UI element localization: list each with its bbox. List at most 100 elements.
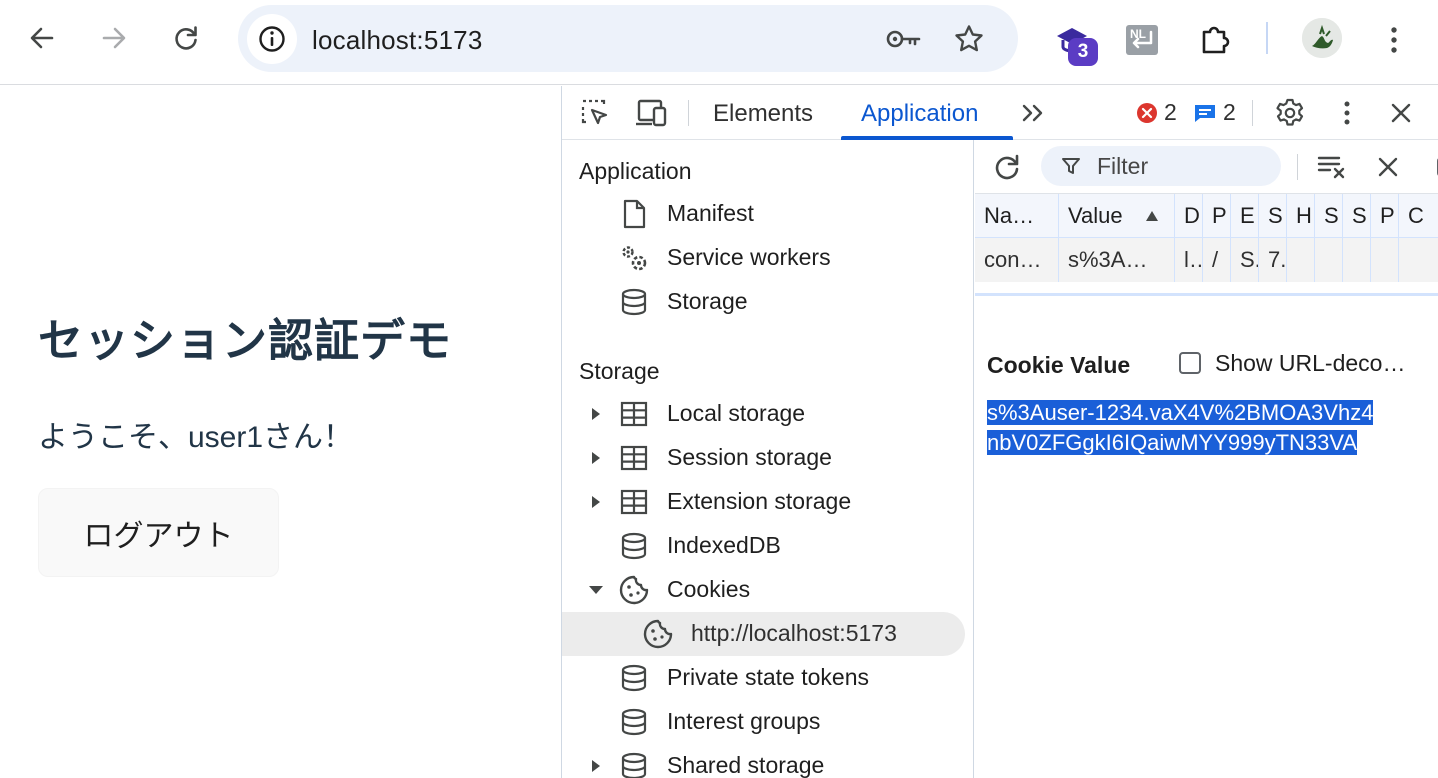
sidebar-item-cookies[interactable]: Cookies	[562, 568, 974, 612]
show-url-decoded-checkbox[interactable]	[1179, 352, 1201, 374]
logout-button[interactable]: ログアウト	[38, 488, 279, 577]
sidebar-item-manifest[interactable]: Manifest	[562, 192, 974, 236]
clear-list-icon	[1317, 156, 1345, 179]
browser-menu-button[interactable]	[1372, 18, 1416, 62]
only-show-issues-checkbox[interactable]	[1421, 148, 1438, 186]
cell-expires: S.	[1231, 238, 1259, 282]
cookies-pane: Filter Na… Value D P E S H S S P C con… …	[975, 140, 1438, 778]
devtools-menu-button[interactable]	[1328, 94, 1366, 132]
sidebar-item-service-workers[interactable]: Service workers	[562, 236, 974, 280]
database-icon	[618, 750, 650, 778]
sidebar-section-application: Application	[579, 158, 692, 184]
sidebar-item-label: Manifest	[667, 200, 754, 226]
column-header-size[interactable]: S	[1259, 194, 1287, 238]
settings-button[interactable]	[1271, 94, 1309, 132]
database-icon	[618, 706, 650, 738]
cookie-filter-input[interactable]: Filter	[1041, 146, 1281, 186]
back-button[interactable]	[22, 18, 62, 58]
expand-arrow-icon[interactable]	[588, 493, 604, 511]
column-header-cross-site[interactable]: C	[1399, 194, 1438, 238]
column-header-partition[interactable]: P	[1371, 194, 1399, 238]
cell-httponly	[1287, 238, 1315, 282]
sidebar-item-indexeddb[interactable]: IndexedDB	[562, 524, 974, 568]
reload-icon	[995, 154, 1019, 180]
column-header-expires[interactable]: E	[1231, 194, 1259, 238]
more-tabs-button[interactable]	[1014, 94, 1052, 132]
expand-arrow-icon[interactable]	[588, 757, 604, 775]
sidebar-item-extension-storage[interactable]: Extension storage	[562, 480, 974, 524]
cell-partition	[1371, 238, 1399, 282]
tabbar-separator	[688, 100, 689, 126]
filter-icon	[1062, 158, 1080, 174]
sidebar-item-local-storage[interactable]: Local storage	[562, 392, 974, 436]
devtools-tab-elements[interactable]: Elements	[713, 100, 813, 128]
cell-secure	[1315, 238, 1343, 282]
extension-badge: 3	[1068, 38, 1098, 66]
expand-arrow-icon[interactable]	[588, 405, 604, 423]
toolbar-separator	[1297, 154, 1298, 180]
cell-domain: l…	[1175, 238, 1203, 282]
message-icon	[1195, 104, 1215, 122]
cookie-row[interactable]: con… s%3A… l… / S. 7.	[975, 238, 1438, 282]
column-header-value[interactable]: Value	[1059, 194, 1175, 238]
select-element-icon	[581, 99, 608, 125]
sidebar-item-label: Service workers	[667, 244, 831, 270]
cookies-toolbar: Filter	[975, 140, 1438, 194]
profile-avatar[interactable]	[1302, 18, 1342, 58]
bookmark-button[interactable]	[951, 21, 987, 57]
column-header-secure[interactable]: S	[1315, 194, 1343, 238]
cookie-value-line: nbV0ZFGgkI6IQaiwMYY999yTN33VA	[987, 430, 1358, 455]
column-header-samesite[interactable]: S	[1343, 194, 1371, 238]
sidebar-item-interest-groups[interactable]: Interest groups	[562, 700, 974, 744]
sidebar-item-shared-storage[interactable]: Shared storage	[562, 744, 974, 778]
column-header-path[interactable]: P	[1203, 194, 1231, 238]
clear-all-cookies-button[interactable]	[1313, 148, 1351, 186]
message-count-button[interactable]: 2	[1193, 99, 1236, 126]
sidebar-item-label: Extension storage	[667, 488, 852, 514]
site-info-button[interactable]	[247, 14, 297, 64]
devtools-tab-application[interactable]: Application	[861, 100, 978, 128]
cell-size: 7.	[1259, 238, 1287, 282]
device-toolbar-button[interactable]	[632, 94, 670, 132]
sidebar-item-private-state-tokens[interactable]: Private state tokens	[562, 656, 974, 700]
gears-icon	[618, 242, 650, 274]
back-arrow-icon	[30, 27, 54, 49]
delete-cookie-button[interactable]	[1369, 148, 1407, 186]
sidebar-item-label: Cookies	[667, 576, 751, 602]
sidebar-item-storage[interactable]: Storage	[562, 280, 974, 324]
puzzle-icon	[1202, 26, 1230, 54]
devtools-panel: Elements Application 2 2 Application Man…	[561, 86, 1438, 778]
refresh-cookies-button[interactable]	[988, 148, 1026, 186]
close-devtools-button[interactable]	[1382, 94, 1420, 132]
forward-button[interactable]	[94, 18, 134, 58]
cookie-value-text[interactable]: s%3Auser-1234.vaX4V%2BMOA3Vhz4 nbV0ZFGgk…	[987, 398, 1432, 458]
sidebar-item-cookie-origin[interactable]: http://localhost:5173	[562, 612, 965, 656]
column-header-httponly[interactable]: H	[1287, 194, 1315, 238]
gear-icon	[1276, 98, 1304, 126]
reload-button[interactable]	[166, 18, 206, 58]
column-header-name[interactable]: Na…	[975, 194, 1059, 238]
show-url-decoded-label[interactable]: Show URL-deco…	[1215, 350, 1405, 377]
key-icon	[886, 30, 921, 48]
column-header-domain[interactable]: D	[1175, 194, 1203, 238]
extensions-button[interactable]	[1193, 18, 1237, 62]
inspect-element-button[interactable]	[576, 94, 614, 132]
sidebar-item-label: Shared storage	[667, 752, 825, 778]
url-text[interactable]: localhost:5173	[312, 25, 482, 56]
welcome-message: ようこそ、user1さん！	[38, 421, 354, 454]
extension-nl-button[interactable]: NL	[1120, 18, 1164, 62]
sidebar-item-label: http://localhost:5173	[691, 620, 897, 646]
address-bar[interactable]: localhost:5173	[238, 5, 1018, 72]
collapse-arrow-icon[interactable]	[588, 581, 604, 599]
cell-value: s%3A…	[1059, 238, 1175, 282]
expand-arrow-icon[interactable]	[588, 449, 604, 467]
page-title: セッション認証デモ	[38, 315, 453, 366]
cookie-value-line: s%3Auser-1234.vaX4V%2BMOA3Vhz4	[987, 400, 1374, 425]
error-count-button[interactable]: 2	[1136, 99, 1177, 126]
sidebar-item-label: Session storage	[667, 444, 832, 470]
kebab-menu-icon	[1391, 27, 1397, 53]
cookies-table: Na… Value D P E S H S S P C con… s%3A… l…	[975, 194, 1438, 296]
password-key-button[interactable]	[886, 21, 922, 57]
error-count: 2	[1164, 99, 1177, 125]
sidebar-item-session-storage[interactable]: Session storage	[562, 436, 974, 480]
